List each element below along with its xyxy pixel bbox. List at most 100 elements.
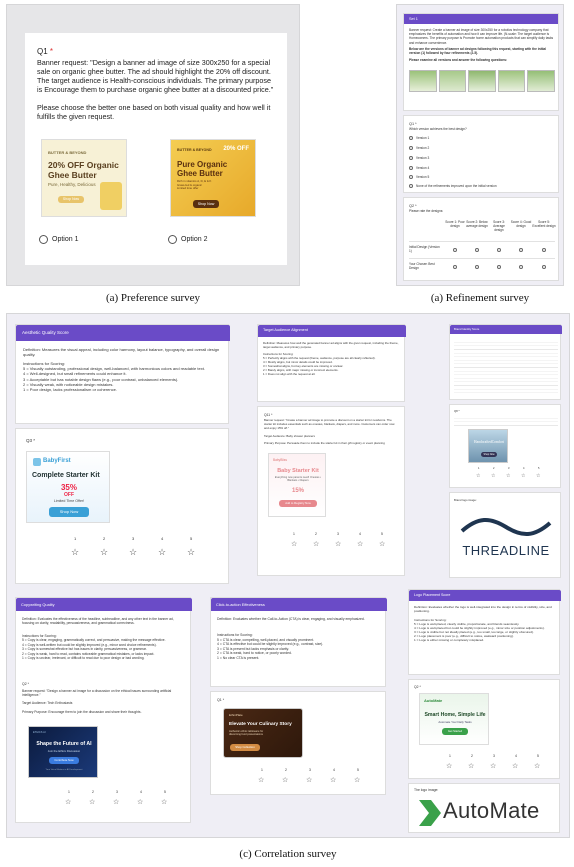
option-1-radio[interactable] [39, 235, 48, 244]
question-label: Q3 * [26, 438, 36, 443]
star-rating-icon[interactable]: ☆ [258, 776, 264, 784]
purpose-text: Primary Purpose: Encourage them to join … [22, 710, 142, 714]
scale-label: 5 [357, 768, 359, 772]
rating-radio[interactable] [475, 265, 479, 269]
version-radio[interactable] [409, 175, 413, 179]
option-label: Version 3 [416, 156, 430, 160]
star-rating-icon[interactable]: ☆ [187, 547, 195, 558]
star-rating-icon[interactable]: ☆ [512, 762, 518, 770]
star-rating-icon[interactable]: ☆ [521, 473, 525, 479]
star-rating-icon[interactable]: ☆ [89, 798, 95, 806]
star-rating-icon[interactable]: ☆ [71, 547, 79, 558]
scale-label: 1 [74, 536, 77, 541]
version-radio[interactable] [409, 184, 413, 188]
refinement-q1-card: Q1 * Which version achieves the best des… [403, 115, 559, 193]
rating-column-header: Score 4: Good design [510, 220, 532, 229]
star-rating-icon[interactable]: ☆ [100, 547, 108, 558]
logo-definition-card: Logo Placement Score Definition: Evaluat… [408, 589, 561, 675]
star-rating-icon[interactable]: ☆ [313, 540, 319, 548]
ethniplate-banner-image: EthniPlate Elevate Your Culinary Story A… [223, 708, 303, 758]
star-rating-icon[interactable]: ☆ [536, 473, 540, 479]
rating-column-header: Score 5: Excellent design [532, 220, 556, 229]
audience-text: Target Audience: Tech Enthusiasts [22, 701, 73, 705]
star-rating-icon[interactable]: ☆ [158, 547, 166, 558]
refinement-survey-screenshot: Set 1 Banner request: Create a banner ad… [396, 4, 564, 286]
caption-refinement: (a) Refinement survey [430, 292, 530, 304]
star-rating-icon[interactable]: ☆ [330, 776, 336, 784]
rating-column-header: Score 1: Poor design [445, 220, 465, 229]
star-rating-icon[interactable]: ☆ [335, 540, 341, 548]
scale-label: 3 [337, 532, 339, 536]
rating-radio[interactable] [519, 248, 523, 252]
option-1-label: Option 1 [52, 236, 79, 243]
ad-headline: 20% OFF Organic [48, 160, 119, 170]
star-rating-icon[interactable]: ☆ [137, 798, 143, 806]
version-radio[interactable] [409, 136, 413, 140]
audience-text: Target Audience: Baby shower planners [264, 434, 315, 438]
star-rating-icon[interactable]: ☆ [161, 798, 167, 806]
instruction-text: Please choose the better one based on bo… [37, 103, 271, 121]
card-title: Copywriting Quality [16, 598, 192, 611]
rating-radio[interactable] [475, 248, 479, 252]
target-definition-card: Target Audience Alignment Definition: Me… [257, 324, 406, 402]
star-rating-icon[interactable]: ☆ [357, 540, 363, 548]
logo-question-card: Q2 * AutoMate Smart Home, Simple Life Au… [408, 679, 560, 779]
note: Below are the versions of banner ad desi… [409, 47, 547, 56]
cta-definition-card: Click-to-action Effectiveness Definition… [210, 597, 387, 687]
definition-text-block [454, 339, 558, 395]
scale-label: 4 [161, 536, 164, 541]
option-2-banner-image: BUTTER & BEYOND 20% OFF Pure Organic Ghe… [170, 139, 256, 217]
star-rating-icon[interactable]: ☆ [506, 473, 510, 479]
aesthetic-definition-card: Aesthetic Quality Score Definition: Meas… [15, 324, 230, 424]
scale-label: 3 [309, 768, 311, 772]
question-text: Which version achieves the best design? [409, 127, 467, 131]
version-thumbnails [409, 70, 555, 92]
caption-preference: (a) Preference survey [105, 292, 201, 304]
automate-logo-text: AutoMate [443, 798, 540, 823]
version-radio[interactable] [409, 166, 413, 170]
rating-radio[interactable] [519, 265, 523, 269]
refinement-q2-card: Q2 * Please rate the designs: Score 1: P… [403, 197, 559, 281]
card-title: Logo Placement Score [409, 590, 561, 601]
card-title: Click-to-action Effectiveness [211, 598, 387, 611]
star-rating-icon[interactable]: ☆ [490, 762, 496, 770]
brand-definition-card: Brand Identity Score [449, 324, 562, 400]
star-rating-icon[interactable]: ☆ [534, 762, 540, 770]
star-rating-icon[interactable]: ☆ [282, 776, 288, 784]
rating-radio[interactable] [542, 248, 546, 252]
scale-label: 2 [493, 467, 495, 470]
star-rating-icon[interactable]: ☆ [446, 762, 452, 770]
star-rating-icon[interactable]: ☆ [65, 798, 71, 806]
star-rating-icon[interactable]: ☆ [354, 776, 360, 784]
star-rating-icon[interactable]: ☆ [291, 540, 297, 548]
scale-label: 5 [381, 532, 383, 536]
star-rating-icon[interactable]: ☆ [113, 798, 119, 806]
rating-radio[interactable] [453, 248, 457, 252]
preference-question-card: Q1 * Banner request: "Design a banner ad… [25, 33, 287, 265]
ad-headline: Ghee Butter [177, 169, 223, 178]
star-rating-icon[interactable]: ☆ [491, 473, 495, 479]
option-2-radio[interactable] [168, 235, 177, 244]
card-title: Brand Identity Score [450, 325, 562, 334]
star-rating-icon[interactable]: ☆ [306, 776, 312, 784]
question-text: Please rate the designs: [409, 209, 444, 213]
star-rating-icon[interactable]: ☆ [468, 762, 474, 770]
question-label: Q1 * [217, 698, 225, 702]
request-text: Banner request: Create a banner ad image… [409, 28, 554, 45]
star-rating-icon[interactable]: ☆ [129, 547, 137, 558]
scale-label: 2 [285, 768, 287, 772]
scale-label: 3 [116, 790, 118, 794]
rating-radio[interactable] [542, 265, 546, 269]
rating-radio[interactable] [497, 265, 501, 269]
version-radio[interactable] [409, 156, 413, 160]
star-rating-icon[interactable]: ☆ [379, 540, 385, 548]
scale-label: 3 [508, 467, 510, 470]
rating-radio[interactable] [497, 248, 501, 252]
version-radio[interactable] [409, 146, 413, 150]
question-label: Q1 * [409, 122, 417, 126]
rating-column-header: Score 3: Average design [493, 220, 505, 233]
ghee-jar-image [100, 182, 122, 210]
rating-radio[interactable] [453, 265, 457, 269]
star-rating-icon[interactable]: ☆ [476, 473, 480, 479]
scale-label: 4 [359, 532, 361, 536]
